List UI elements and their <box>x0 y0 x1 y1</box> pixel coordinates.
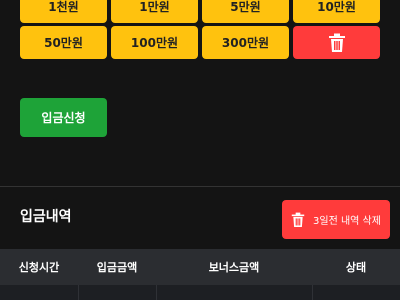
amount-button-1m[interactable]: 100만원 <box>111 26 198 59</box>
column-divider <box>156 285 157 300</box>
trash-icon <box>291 212 305 227</box>
amount-button-500k[interactable]: 50만원 <box>20 26 107 59</box>
column-divider <box>312 285 313 300</box>
amount-button-50k[interactable]: 5만원 <box>202 0 289 23</box>
deposit-request-button[interactable]: 입금신청 <box>20 98 107 137</box>
amount-button-1k[interactable]: 1천원 <box>20 0 107 23</box>
history-table-body <box>0 285 400 300</box>
delete-old-history-button[interactable]: 3일전 내역 삭제 <box>282 200 390 239</box>
trash-icon <box>328 33 345 52</box>
section-divider <box>0 186 400 187</box>
amount-button-100k[interactable]: 10만원 <box>293 0 380 23</box>
amount-button-grid: 1천원 1만원 5만원 10만원 50만원 100만원 300만원 <box>0 0 400 70</box>
column-header-deposit-amount: 입금금액 <box>96 261 138 274</box>
column-header-request-time: 신청시간 <box>18 261 60 274</box>
delete-old-history-label: 3일전 내역 삭제 <box>313 216 381 227</box>
amount-button-3m[interactable]: 300만원 <box>202 26 289 59</box>
history-table-header: 신청시간 입금금액 보너스금액 상태 <box>0 249 400 285</box>
clear-amount-button[interactable] <box>293 26 380 59</box>
column-header-status: 상태 <box>345 261 367 274</box>
deposit-history-title: 입금내역 <box>20 209 72 225</box>
column-header-bonus-amount: 보너스금액 <box>208 261 260 274</box>
amount-button-10k[interactable]: 1만원 <box>111 0 198 23</box>
column-divider <box>78 285 79 300</box>
